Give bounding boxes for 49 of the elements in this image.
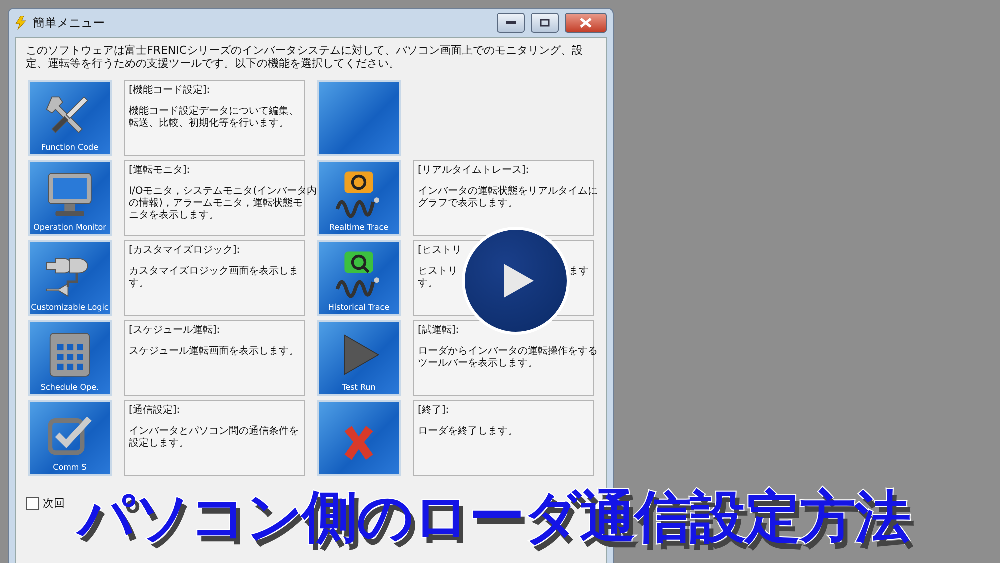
description-title: [カスタマイズロジック]: (129, 244, 242, 257)
function-tile[interactable]: Test Run (317, 320, 401, 396)
description-text: インバータとパソコン間の通信条件を (129, 426, 299, 438)
description-text: 転送、比較、初期化等を行います。 (129, 118, 289, 130)
function-tile[interactable]: Customizable Logic (28, 240, 112, 316)
close-button[interactable] (565, 13, 607, 33)
description-text: ツールバーを表示します。 (418, 358, 538, 370)
description-text: 設定します。 (129, 438, 189, 450)
close-icon (580, 18, 592, 28)
startup-checkbox[interactable] (26, 497, 39, 510)
window-title: 簡単メニュー (33, 14, 106, 32)
description-text: 機能コード設定データについて編集、 (129, 106, 299, 118)
play-icon (504, 264, 534, 298)
function-tile[interactable]: Operation Monitor (28, 160, 112, 236)
description-title: [試運転]: (418, 324, 460, 337)
checkbox-label: 次回 (43, 496, 65, 511)
description-title: [リアルタイムトレース]: (418, 164, 530, 177)
maximize-icon (540, 19, 550, 27)
description-text: カスタマイズロジック画面を表示しま (129, 266, 299, 278)
description-title: [通信設定]: (129, 404, 182, 417)
function-tile[interactable]: Function Code (28, 80, 112, 156)
description-text: す。 (129, 278, 149, 290)
description-title: [運転モニタ]: (129, 164, 192, 177)
description-text: ローダを終了します。 (418, 426, 518, 438)
description-text: ます (569, 266, 589, 278)
function-tile[interactable] (317, 400, 401, 476)
function-tile[interactable]: Historical Trace (317, 240, 401, 316)
description-title: [機能コード設定]: (129, 84, 212, 97)
maximize-button[interactable] (531, 13, 559, 33)
description-text: スケジュール運転画面を表示します。 (129, 346, 299, 358)
lightning-icon (15, 16, 27, 30)
description-title: [ヒストリ (418, 244, 463, 257)
description-text: す。 (418, 278, 438, 290)
description-text: グラフで表示します。 (418, 198, 518, 210)
description-text: ヒストリ (418, 266, 458, 278)
minimize-button[interactable] (497, 13, 525, 33)
description-text: インバータの運転状態をリアルタイムに (418, 186, 598, 198)
function-tile[interactable]: Realtime Trace (317, 160, 401, 236)
intro-text: このソフトウェアは富士FRENICシリーズのインバータシステムに対して、パソコン画面上でのモニタリング、設定、運転等を行うための支援ツールです。以下の機能を選択してください。 (26, 44, 584, 70)
minimize-icon (506, 21, 516, 25)
function-tile[interactable]: Schedule Ope. (28, 320, 112, 396)
description-title: [終了]: (418, 404, 450, 417)
description-title: [スケジュール運転]: (129, 324, 222, 337)
description-text: ローダからインバータの運転操作をする (418, 346, 598, 358)
description-text: I/Oモニタ，システムモニタ(インバータ内 (129, 186, 318, 198)
description-text: の情報)，アラームモニタ，運転状態モ (129, 198, 303, 210)
blank-tile[interactable] (317, 80, 401, 156)
function-tile[interactable]: Comm S (28, 400, 112, 476)
description-text: ニタを表示します。 (129, 210, 219, 222)
